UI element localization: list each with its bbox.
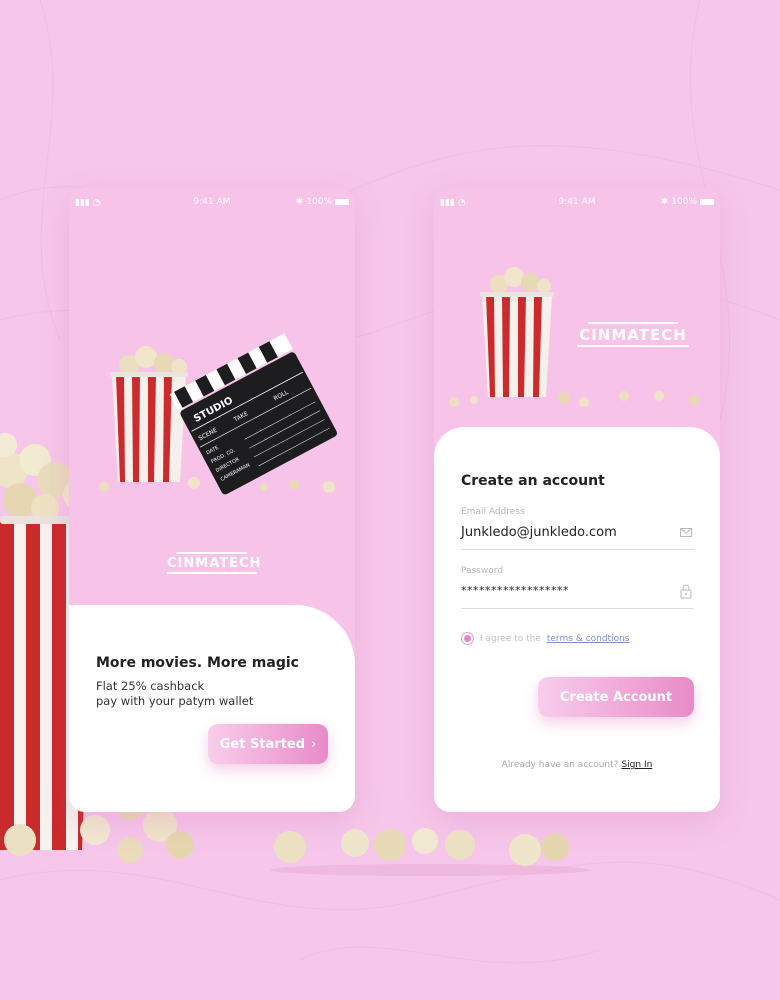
popcorn-cup-icon xyxy=(480,267,554,397)
lock-icon xyxy=(680,584,692,599)
brand-logo-text: CINMATECH xyxy=(167,556,262,571)
signup-card: Create an account Email Address Junkledo… xyxy=(434,427,720,812)
chevron-right-icon: › xyxy=(311,736,317,752)
email-underline xyxy=(461,549,694,550)
brand-logo: CINMATECH xyxy=(577,322,689,347)
onboarding-screen: ▮▮▮ ◔ 9:41 AM ✱ 100% STUDIO SCENE TAKE R… xyxy=(69,187,355,812)
password-field[interactable]: ****************** xyxy=(461,584,569,597)
battery-indicator: ✱ 100% xyxy=(296,197,349,207)
get-started-label: Get Started xyxy=(219,736,306,752)
bluetooth-icon: ✱ xyxy=(295,197,304,207)
scattered-popcorn-icon xyxy=(449,391,699,407)
onboarding-subtitle-1: Flat 25% cashback xyxy=(96,679,205,693)
battery-indicator: ✱ 100% xyxy=(661,197,714,207)
email-label: Email Address xyxy=(461,507,525,517)
popcorn-and-clapperboard-illustration: STUDIO SCENE TAKE ROLL DATE PROD. CO. DI… xyxy=(99,333,337,495)
signup-title: Create an account xyxy=(461,473,605,489)
onboarding-headline: More movies. More magic xyxy=(96,655,299,671)
onboarding-subtitle-2: pay with your patym wallet xyxy=(96,694,254,708)
popcorn-cup-icon xyxy=(110,346,188,482)
battery-percent: 100% xyxy=(671,197,697,207)
signin-row: Already have an account? Sign In xyxy=(434,760,720,770)
battery-icon xyxy=(335,199,349,205)
sign-in-link[interactable]: Sign In xyxy=(621,760,652,770)
create-account-button[interactable]: Create Account xyxy=(538,677,694,717)
signin-prompt: Already have an account? xyxy=(501,760,619,770)
brand-logo-text: CINMATECH xyxy=(579,326,687,344)
password-underline xyxy=(461,608,694,609)
clapperboard-icon: STUDIO SCENE TAKE ROLL DATE PROD. CO. DI… xyxy=(169,333,337,495)
status-bar: ▮▮▮ ◔ 9:41 AM ✱ 100% xyxy=(434,196,720,210)
password-label: Password xyxy=(461,566,504,576)
status-bar: ▮▮▮ ◔ 9:41 AM ✱ 100% xyxy=(69,196,355,210)
floor-popcorn-icon xyxy=(270,828,590,876)
get-started-button[interactable]: Get Started › xyxy=(208,724,328,764)
terms-text: I agree to the xyxy=(480,633,541,644)
create-account-label: Create Account xyxy=(559,689,673,705)
signup-screen: ▮▮▮ ◔ 9:41 AM ✱ 100% CINMATECH Create an… xyxy=(434,187,720,812)
email-field[interactable]: Junkledo@junkledo.com xyxy=(461,525,617,540)
onboarding-card: More movies. More magic Flat 25% cashbac… xyxy=(69,605,355,812)
terms-checkbox[interactable] xyxy=(461,632,474,645)
battery-icon xyxy=(700,199,714,205)
brand-logo: CINMATECH xyxy=(167,552,262,574)
mail-icon xyxy=(680,528,692,537)
terms-link[interactable]: terms & condtions xyxy=(547,634,630,644)
battery-percent: 100% xyxy=(306,197,332,207)
bluetooth-icon: ✱ xyxy=(660,197,669,207)
terms-agreement: I agree to the terms & condtions xyxy=(461,632,629,645)
